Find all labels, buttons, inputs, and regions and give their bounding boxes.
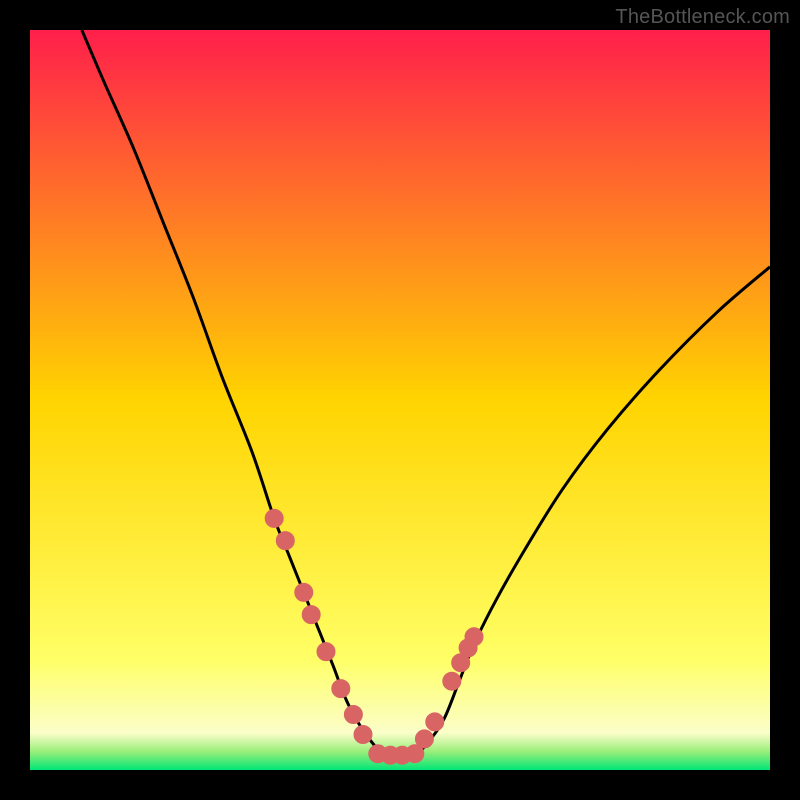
- watermark-text: TheBottleneck.com: [615, 6, 790, 29]
- plot-background: [30, 30, 770, 770]
- marker-dot: [265, 509, 283, 527]
- marker-dot: [302, 606, 320, 624]
- marker-dot: [465, 628, 483, 646]
- marker-dot: [276, 532, 294, 550]
- marker-dot: [295, 583, 313, 601]
- chart-stage: TheBottleneck.com: [0, 0, 800, 800]
- marker-dot: [443, 672, 461, 690]
- marker-dot: [426, 713, 444, 731]
- marker-dot: [344, 706, 362, 724]
- marker-dot: [415, 730, 433, 748]
- bottleneck-plot: [0, 0, 800, 800]
- marker-dot: [332, 680, 350, 698]
- marker-dot: [354, 725, 372, 743]
- marker-dot: [317, 643, 335, 661]
